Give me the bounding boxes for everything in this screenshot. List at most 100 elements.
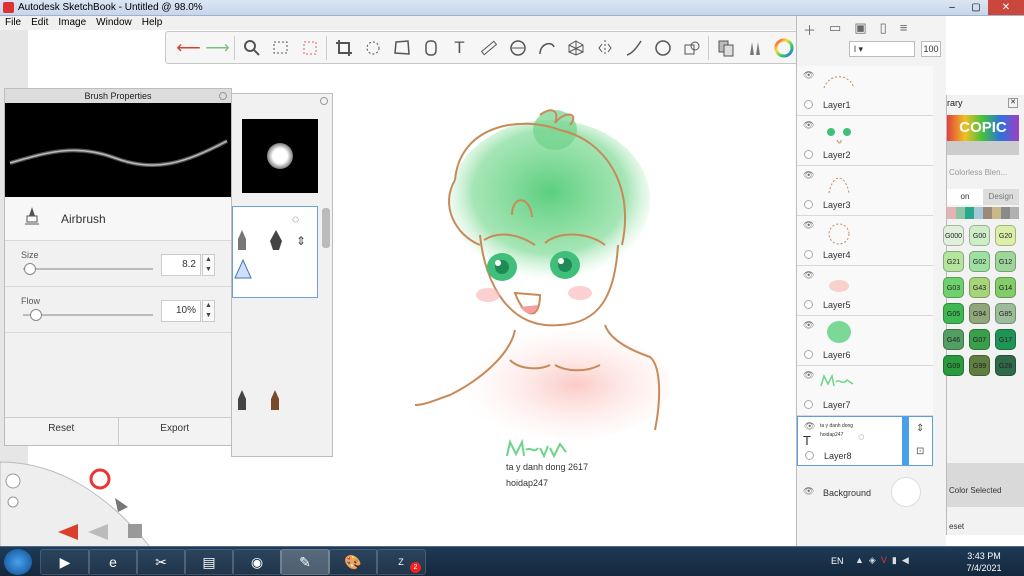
layer-select-radio[interactable] <box>804 350 813 359</box>
zalo-task[interactable]: Z 2 <box>376 549 426 575</box>
fill-icon[interactable] <box>416 33 445 62</box>
visibility-icon[interactable]: 👁 <box>803 370 814 381</box>
ink-pen-brush-icon[interactable] <box>268 229 284 256</box>
menu-help[interactable]: Help <box>137 16 168 30</box>
size-slider-handle[interactable] <box>23 263 36 275</box>
select-lasso-icon[interactable] <box>295 33 324 62</box>
symmetry-icon[interactable] <box>590 33 619 62</box>
flow-value-field[interactable]: 10% <box>161 300 201 322</box>
layer-select-radio[interactable] <box>804 400 813 409</box>
paint-task[interactable]: 🎨 <box>328 549 378 575</box>
layer-row-2[interactable]: 👁 Layer2 <box>797 116 933 166</box>
text-icon[interactable]: T <box>445 33 474 62</box>
french-curve-icon[interactable] <box>532 33 561 62</box>
background-layer-row[interactable]: 👁 Background <box>797 473 933 513</box>
visibility-icon[interactable]: 👁 <box>803 486 814 497</box>
undo-icon[interactable]: ⟵ <box>174 33 203 62</box>
media-player-task[interactable]: ▶ <box>40 549 90 575</box>
layer-select-radio[interactable] <box>805 451 814 460</box>
colorless-blender[interactable]: Colorless Blen... <box>949 168 1007 177</box>
menu-window[interactable]: Window <box>91 16 137 30</box>
distort-icon[interactable] <box>387 33 416 62</box>
layer-select-radio[interactable] <box>804 300 813 309</box>
system-clock[interactable]: 3:43 PM 7/4/2021 <box>963 550 1005 574</box>
visibility-icon[interactable]: 👁 <box>803 70 814 81</box>
menu-file[interactable]: File <box>0 16 26 30</box>
select-rect-icon[interactable] <box>266 33 295 62</box>
size-value-field[interactable]: 8.2 <box>161 254 201 276</box>
copic-swatch[interactable]: G12 <box>995 251 1016 272</box>
close-icon[interactable]: ✕ <box>1008 98 1018 108</box>
visibility-icon[interactable]: 👁 <box>804 421 815 432</box>
visibility-icon[interactable]: 👁 <box>803 170 814 181</box>
triangle-brush-icon[interactable] <box>234 258 252 284</box>
visibility-icon[interactable]: 👁 <box>803 270 814 281</box>
transform-icon[interactable] <box>358 33 387 62</box>
close-icon[interactable] <box>320 97 328 105</box>
tray-expand-icon[interactable]: ▲ <box>855 555 864 566</box>
layer-select-radio[interactable] <box>804 250 813 259</box>
menu-image[interactable]: Image <box>53 16 91 30</box>
tray-app-icon[interactable]: ◈ <box>869 555 876 566</box>
volume-icon[interactable]: ◀ <box>902 555 909 566</box>
lock-layer-icon[interactable]: ⊡ <box>916 446 924 457</box>
clear-layer-icon[interactable]: ▯ <box>880 20 887 39</box>
copic-swatch[interactable]: G000 <box>943 225 964 246</box>
layer-row-3[interactable]: 👁 Layer3 <box>797 166 933 216</box>
layer-settings-icon[interactable]: ◌ <box>858 431 865 443</box>
layer-row-8[interactable]: 👁 ta y danh dong hoidap247 T ◌ Layer8 <box>797 416 933 466</box>
start-button[interactable] <box>4 549 32 575</box>
copic-hue-strip[interactable] <box>947 207 1019 219</box>
close-icon[interactable] <box>219 92 227 100</box>
copic-swatch[interactable]: G03 <box>943 277 964 298</box>
add-layer-icon[interactable]: ＋ <box>803 20 816 39</box>
copic-swatch[interactable]: G09 <box>943 355 964 376</box>
copic-swatch[interactable]: G17 <box>995 329 1016 350</box>
close-button[interactable]: ✕ <box>988 0 1024 15</box>
crop-icon[interactable] <box>329 33 358 62</box>
reset-button[interactable]: Reset <box>5 418 119 445</box>
layer-select-radio[interactable] <box>804 200 813 209</box>
layer-menu-icon[interactable]: ≡ <box>900 20 908 39</box>
layer-row-5[interactable]: 👁 Layer5 <box>797 266 933 316</box>
sort-icon[interactable]: ⇕ <box>296 234 306 248</box>
move-layer-icon[interactable]: ⇕ <box>916 423 924 434</box>
layer-row-4[interactable]: 👁 Layer4 <box>797 216 933 266</box>
flow-stepper[interactable]: ▲ ▼ <box>202 300 215 322</box>
sketchbook-task[interactable]: ✎ <box>280 549 330 575</box>
shape-icon[interactable] <box>648 33 677 62</box>
ruler-icon[interactable] <box>474 33 503 62</box>
copic-swatch[interactable]: G02 <box>969 251 990 272</box>
export-button[interactable]: Export <box>119 418 232 445</box>
minimize-button[interactable]: – <box>940 0 964 15</box>
brush-settings-icon[interactable]: ◌ <box>292 212 299 226</box>
chisel-brush-icon[interactable] <box>268 389 282 416</box>
redo-icon[interactable]: ⟶ <box>203 33 232 62</box>
copic-swatch[interactable]: G46 <box>943 329 964 350</box>
size-slider-track[interactable] <box>23 268 153 270</box>
file-explorer-task[interactable]: ▤ <box>184 549 234 575</box>
brushes-icon[interactable] <box>740 33 769 62</box>
add-group-icon[interactable]: ▭ <box>829 20 841 39</box>
blend-mode-select[interactable]: l ▾ <box>849 41 915 57</box>
zoom-icon[interactable] <box>237 33 266 62</box>
marker-brush-icon[interactable] <box>234 389 250 416</box>
input-language-indicator[interactable]: EN <box>831 556 844 566</box>
copy-icon[interactable] <box>711 33 740 62</box>
flow-slider-track[interactable] <box>23 314 153 316</box>
tab-collection[interactable]: on <box>947 189 983 205</box>
layer-select-radio[interactable] <box>804 150 813 159</box>
lagoon-tool-wheel[interactable] <box>0 452 152 548</box>
pencil-brush-icon[interactable] <box>236 229 248 256</box>
tray-v-icon[interactable]: V <box>881 555 887 566</box>
layer-select-radio[interactable] <box>804 100 813 109</box>
opacity-field[interactable]: 100 <box>921 41 941 57</box>
copic-swatch[interactable]: G05 <box>943 303 964 324</box>
layer-row-1[interactable]: 👁 Layer1 <box>797 66 933 116</box>
copic-swatch[interactable]: G85 <box>995 303 1016 324</box>
flow-slider-handle[interactable] <box>30 309 42 321</box>
menu-edit[interactable]: Edit <box>26 16 53 30</box>
visibility-icon[interactable]: 👁 <box>803 220 814 231</box>
layer-row-7[interactable]: 👁 Layer7 <box>797 366 933 416</box>
brush-library-scrollbar[interactable] <box>322 208 330 248</box>
